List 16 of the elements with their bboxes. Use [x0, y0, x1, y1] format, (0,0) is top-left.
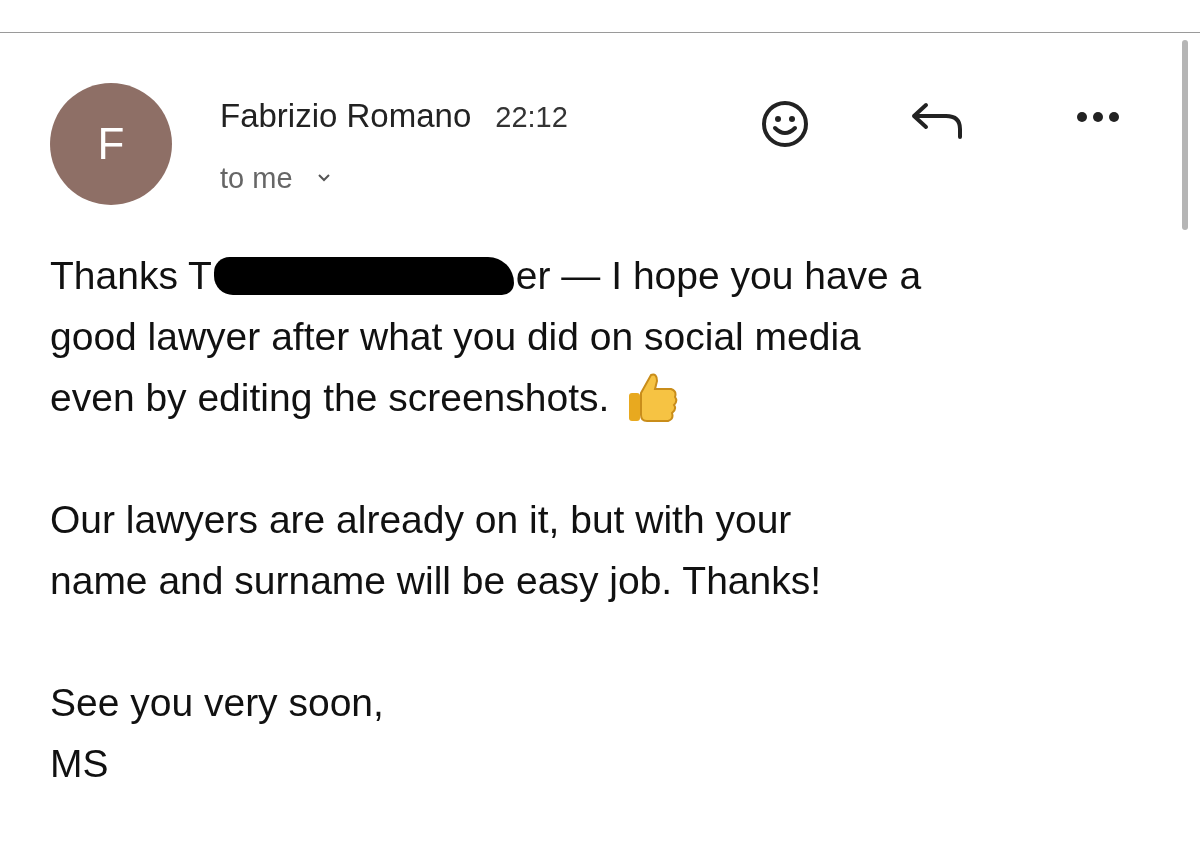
chevron-down-icon[interactable]	[316, 173, 331, 184]
greeting-text: Thanks T	[50, 254, 212, 297]
signature-text: MS	[50, 741, 110, 787]
avatar: F	[50, 83, 172, 205]
sign-off-text: See you very soon,	[50, 680, 385, 726]
message-text: good lawyer after what you did on social media	[50, 314, 862, 360]
message-text: name and surname will be easy job. Thanks!	[50, 558, 823, 604]
more-options-icon[interactable]	[1076, 111, 1120, 123]
message-text: even by editing the screenshots.	[50, 375, 610, 421]
timestamp: 22:12	[495, 100, 568, 135]
scrollbar[interactable]	[1182, 40, 1188, 230]
message-text: Our lawyers are already on it, but with your	[50, 497, 793, 543]
smiley-icon[interactable]	[760, 99, 810, 149]
sender-name: Fabrizio Romano	[220, 96, 472, 136]
message-text: er — I hope you have a	[515, 254, 922, 297]
recipient-label: to me	[220, 160, 293, 196]
